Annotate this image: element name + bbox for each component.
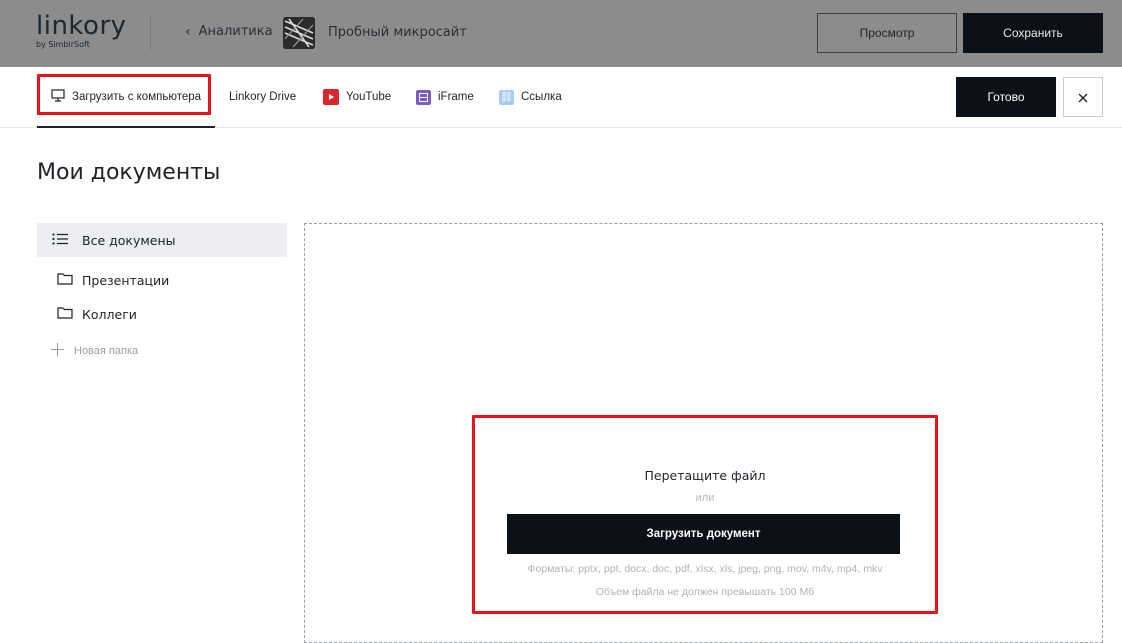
folder-icon — [57, 272, 73, 288]
done-button[interactable]: Готово — [956, 77, 1056, 117]
new-folder-label: Новая папка — [74, 345, 139, 357]
folder-icon — [57, 306, 73, 322]
iframe-icon — [416, 89, 431, 105]
sidebar-item-all-documents[interactable]: Все докумены — [37, 223, 287, 257]
tab-label: Ссылка — [521, 91, 562, 103]
tab-youtube[interactable]: YouTube — [323, 67, 391, 127]
back-label: Аналитика — [198, 24, 273, 39]
back-link[interactable]: ‹ Аналитика — [185, 24, 273, 39]
youtube-icon — [323, 89, 339, 105]
dropzone-size-limit: Объем файла не должен превышать 100 Мб — [595, 586, 815, 598]
top-header: linkory by SimbirSoft ‹ Аналитика Пробны… — [0, 0, 1122, 67]
sidebar-folder[interactable]: Коллеги — [57, 306, 137, 322]
plus-icon — [50, 342, 65, 360]
close-button[interactable] — [1063, 77, 1103, 117]
folder-label: Презентации — [82, 272, 170, 288]
folder-label: Коллеги — [82, 306, 137, 322]
dropzone-title: Перетащите файл — [644, 468, 766, 483]
tab-label: YouTube — [346, 91, 392, 103]
page-title: Мои документы — [37, 160, 221, 185]
tab-link[interactable]: ⛓ Ссылка — [499, 67, 562, 127]
dropzone-or: или — [695, 492, 715, 504]
tab-iframe[interactable]: iFrame — [416, 67, 474, 127]
tab-label: Linkory Drive — [229, 91, 297, 103]
logo-text: linkory — [36, 11, 127, 41]
link-icon: ⛓ — [499, 89, 514, 105]
save-button[interactable]: Сохранить — [963, 13, 1103, 53]
tab-label: iFrame — [438, 91, 474, 103]
dropzone-formats: Форматы: pptx, ppt, docx, doc, pdf, xlsx… — [527, 563, 883, 575]
site-thumbnail — [283, 17, 315, 49]
tab-linkory-drive[interactable]: Linkory Drive — [229, 67, 296, 127]
preview-button[interactable]: Просмотр — [817, 13, 957, 53]
sidebar-item-label: Все докумены — [82, 232, 176, 248]
close-icon — [1078, 88, 1088, 107]
chevron-left-icon: ‹ — [185, 23, 191, 40]
header-divider — [150, 16, 151, 50]
logo[interactable]: linkory by SimbirSoft — [36, 12, 127, 50]
highlight-upload-tab — [37, 74, 211, 115]
upload-document-button[interactable]: Загрузить документ — [507, 514, 900, 554]
sidebar-folder[interactable]: Презентации — [57, 272, 169, 288]
list-icon — [52, 232, 68, 248]
site-name: Пробный микросайт — [328, 25, 467, 40]
logo-subtitle: by SimbirSoft — [36, 40, 90, 49]
new-folder-button[interactable]: Новая папка — [50, 342, 138, 360]
